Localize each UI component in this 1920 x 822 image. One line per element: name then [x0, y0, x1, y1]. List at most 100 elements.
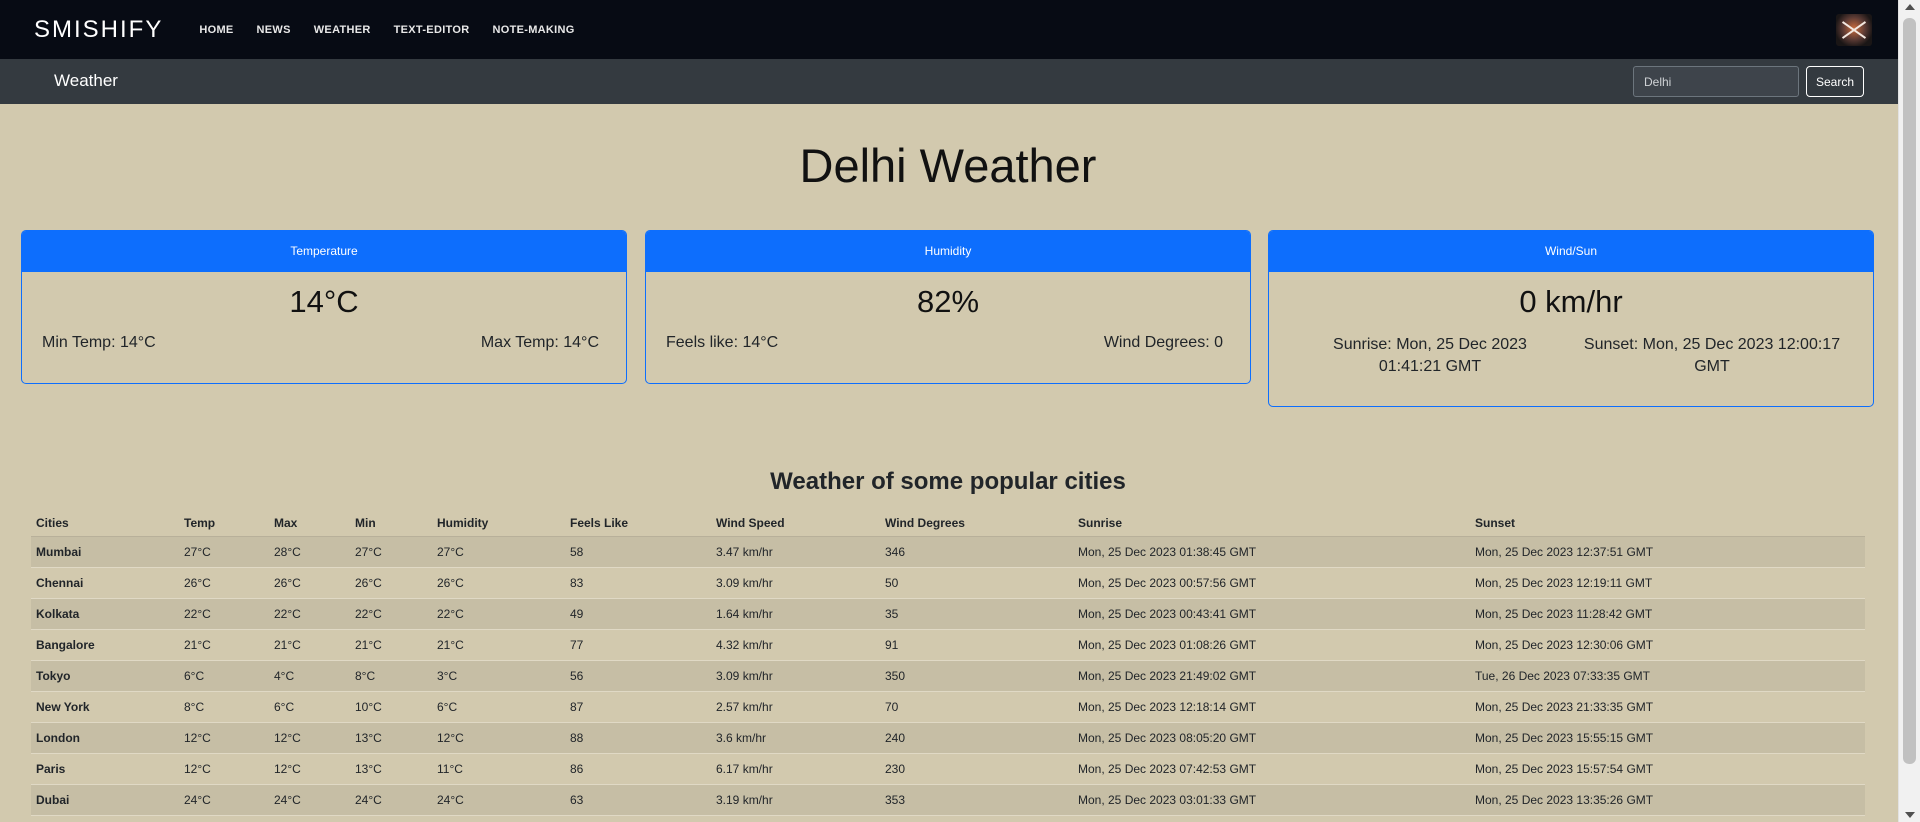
humidity-details: Feels like: 14°C Wind Degrees: 0 — [646, 334, 1250, 352]
table-cell: 24°C — [350, 784, 432, 816]
column-header: Max — [269, 511, 350, 537]
table-cell: 24°C — [432, 784, 565, 816]
scroll-up-icon[interactable] — [1905, 4, 1915, 10]
table-cell: 6°C — [269, 691, 350, 723]
table-cell: Mon, 25 Dec 2023 00:43:41 GMT — [1073, 598, 1470, 630]
table-cell: Paris — [31, 753, 179, 785]
table-cell: 21°C — [269, 629, 350, 661]
table-cell: 240 — [880, 722, 1073, 754]
table-cell: Bangalore — [31, 629, 179, 661]
weather-subbar: Weather Search — [0, 59, 1898, 104]
humidity-value: 82% — [916, 284, 980, 319]
temperature-card-header: Temperature — [22, 231, 626, 272]
nav-link-text-editor[interactable]: TEXT-EDITOR — [394, 24, 470, 36]
table-cell: 24°C — [179, 784, 269, 816]
table-cell: 58 — [565, 536, 711, 568]
table-cell: Mon, 25 Dec 2023 07:42:53 GMT — [1073, 753, 1470, 785]
column-header: Humidity — [432, 511, 565, 537]
table-cell: 22°C — [269, 598, 350, 630]
table-cell: 83 — [565, 567, 711, 599]
sunrise-time: Sunrise: Mon, 25 Dec 2023 01:41:21 GMT — [1333, 336, 1527, 375]
nav-link-home[interactable]: HOME — [199, 24, 233, 36]
table-cell: 8°C — [350, 660, 432, 692]
table-cell: Mon, 25 Dec 2023 01:38:45 GMT — [1073, 536, 1470, 568]
column-header: Wind Speed — [711, 511, 880, 537]
search-input[interactable] — [1633, 66, 1799, 97]
table-cell: 50 — [880, 567, 1073, 599]
avatar[interactable] — [1836, 14, 1872, 46]
table-cell: Kolkata — [31, 598, 179, 630]
table-cell: 3.09 km/hr — [711, 660, 880, 692]
temperature-value: 14°C — [289, 284, 359, 319]
column-header: Sunrise — [1073, 511, 1470, 537]
table-cell: 87 — [565, 691, 711, 723]
sun-details: Sunrise: Mon, 25 Dec 2023 01:41:21 GMT S… — [1269, 334, 1873, 378]
table-cell: 21°C — [432, 629, 565, 661]
wind-speed-value: 0 km/hr — [1519, 284, 1623, 319]
table-cell: 27°C — [432, 536, 565, 568]
table-cell: 3.6 km/hr — [711, 722, 880, 754]
table-cell: 12°C — [269, 722, 350, 754]
table-cell: 12°C — [432, 722, 565, 754]
table-cell: 3.47 km/hr — [711, 536, 880, 568]
subbar-title: Weather — [54, 71, 118, 90]
table-cell: Mon, 25 Dec 2023 12:19:11 GMT — [1470, 567, 1865, 599]
table-cell: Mon, 25 Dec 2023 12:37:51 GMT — [1470, 536, 1865, 568]
table-cell: 63 — [565, 784, 711, 816]
table-cell: Mon, 25 Dec 2023 21:49:02 GMT — [1073, 660, 1470, 692]
table-cell: 13°C — [350, 722, 432, 754]
table-cell: 6°C — [179, 660, 269, 692]
section-title: Weather of some popular cities — [770, 468, 1126, 495]
wind-degrees: Wind Degrees: 0 — [1103, 334, 1223, 351]
table-cell: Mon, 25 Dec 2023 13:35:26 GMT — [1470, 784, 1865, 816]
table-cell: 6°C — [432, 691, 565, 723]
temperature-card: Temperature 14°C Min Temp: 14°C Max Temp… — [21, 230, 627, 384]
max-temp: Max Temp: 14°C — [480, 334, 599, 351]
table-cell: 4.32 km/hr — [711, 629, 880, 661]
table-cell: 26°C — [269, 567, 350, 599]
table-cell: 27°C — [179, 536, 269, 568]
table-cell: 26°C — [179, 567, 269, 599]
table-header-row: Cities Temp Max Min Humidity Feels Like Wind S… — [31, 511, 1865, 537]
nav-link-weather[interactable]: WEATHER — [314, 24, 371, 36]
table-cell: 11°C — [432, 753, 565, 785]
table-cell: Mon, 25 Dec 2023 08:05:20 GMT — [1073, 722, 1470, 754]
table-cell: New York — [31, 691, 179, 723]
table-cell: Chennai — [31, 567, 179, 599]
table-row: Kolkata 22°C 22°C 22°C 22°C 49 1.64 km/hr 35 Mon… — [31, 598, 1865, 630]
table-cell: 12°C — [179, 722, 269, 754]
table-row: Paris 12°C 12°C 13°C 11°C 86 6.17 km/hr 230 Mon,… — [31, 753, 1865, 785]
table-cell: Mon, 25 Dec 2023 00:57:56 GMT — [1073, 567, 1470, 599]
table-body: Mumbai 27°C 28°C 27°C 27°C 58 3.47 km/hr 346 Mon… — [31, 536, 1865, 816]
table-cell: Mon, 25 Dec 2023 03:01:33 GMT — [1073, 784, 1470, 816]
table-cell: 86 — [565, 753, 711, 785]
temperature-details: Min Temp: 14°C Max Temp: 14°C — [22, 334, 626, 352]
table-cell: Tokyo — [31, 660, 179, 692]
search-button[interactable]: Search — [1806, 66, 1864, 97]
table-cell: Mon, 25 Dec 2023 12:18:14 GMT — [1073, 691, 1470, 723]
table-cell: 22°C — [432, 598, 565, 630]
column-header: Temp — [179, 511, 269, 537]
scroll-thumb[interactable] — [1903, 18, 1916, 764]
column-header: Sunset — [1470, 511, 1865, 537]
table-cell: Mumbai — [31, 536, 179, 568]
nav-link-note-making[interactable]: NOTE-MAKING — [492, 24, 574, 36]
table-cell: Dubai — [31, 784, 179, 816]
top-navbar: SMISHIFY HOME NEWS WEATHER TEXT-EDITOR N… — [0, 0, 1898, 59]
table-cell: 21°C — [179, 629, 269, 661]
table-cell: 26°C — [432, 567, 565, 599]
table-cell: 27°C — [350, 536, 432, 568]
column-header: Cities — [31, 511, 179, 537]
nav-link-news[interactable]: NEWS — [257, 24, 291, 36]
cities-table: Cities Temp Max Min Humidity Feels Like Wind S… — [31, 511, 1865, 816]
vertical-scrollbar[interactable] — [1898, 0, 1920, 822]
table-cell: Tue, 26 Dec 2023 07:33:35 GMT — [1470, 660, 1865, 692]
table-cell: 35 — [880, 598, 1073, 630]
table-cell: Mon, 25 Dec 2023 21:33:35 GMT — [1470, 691, 1865, 723]
table-cell: Mon, 25 Dec 2023 01:08:26 GMT — [1073, 629, 1470, 661]
wind-sun-card-header: Wind/Sun — [1269, 231, 1873, 272]
table-cell: 22°C — [350, 598, 432, 630]
table-cell: Mon, 25 Dec 2023 15:55:15 GMT — [1470, 722, 1865, 754]
brand-logo[interactable]: SMISHIFY — [34, 16, 163, 44]
scroll-down-icon[interactable] — [1905, 812, 1915, 818]
